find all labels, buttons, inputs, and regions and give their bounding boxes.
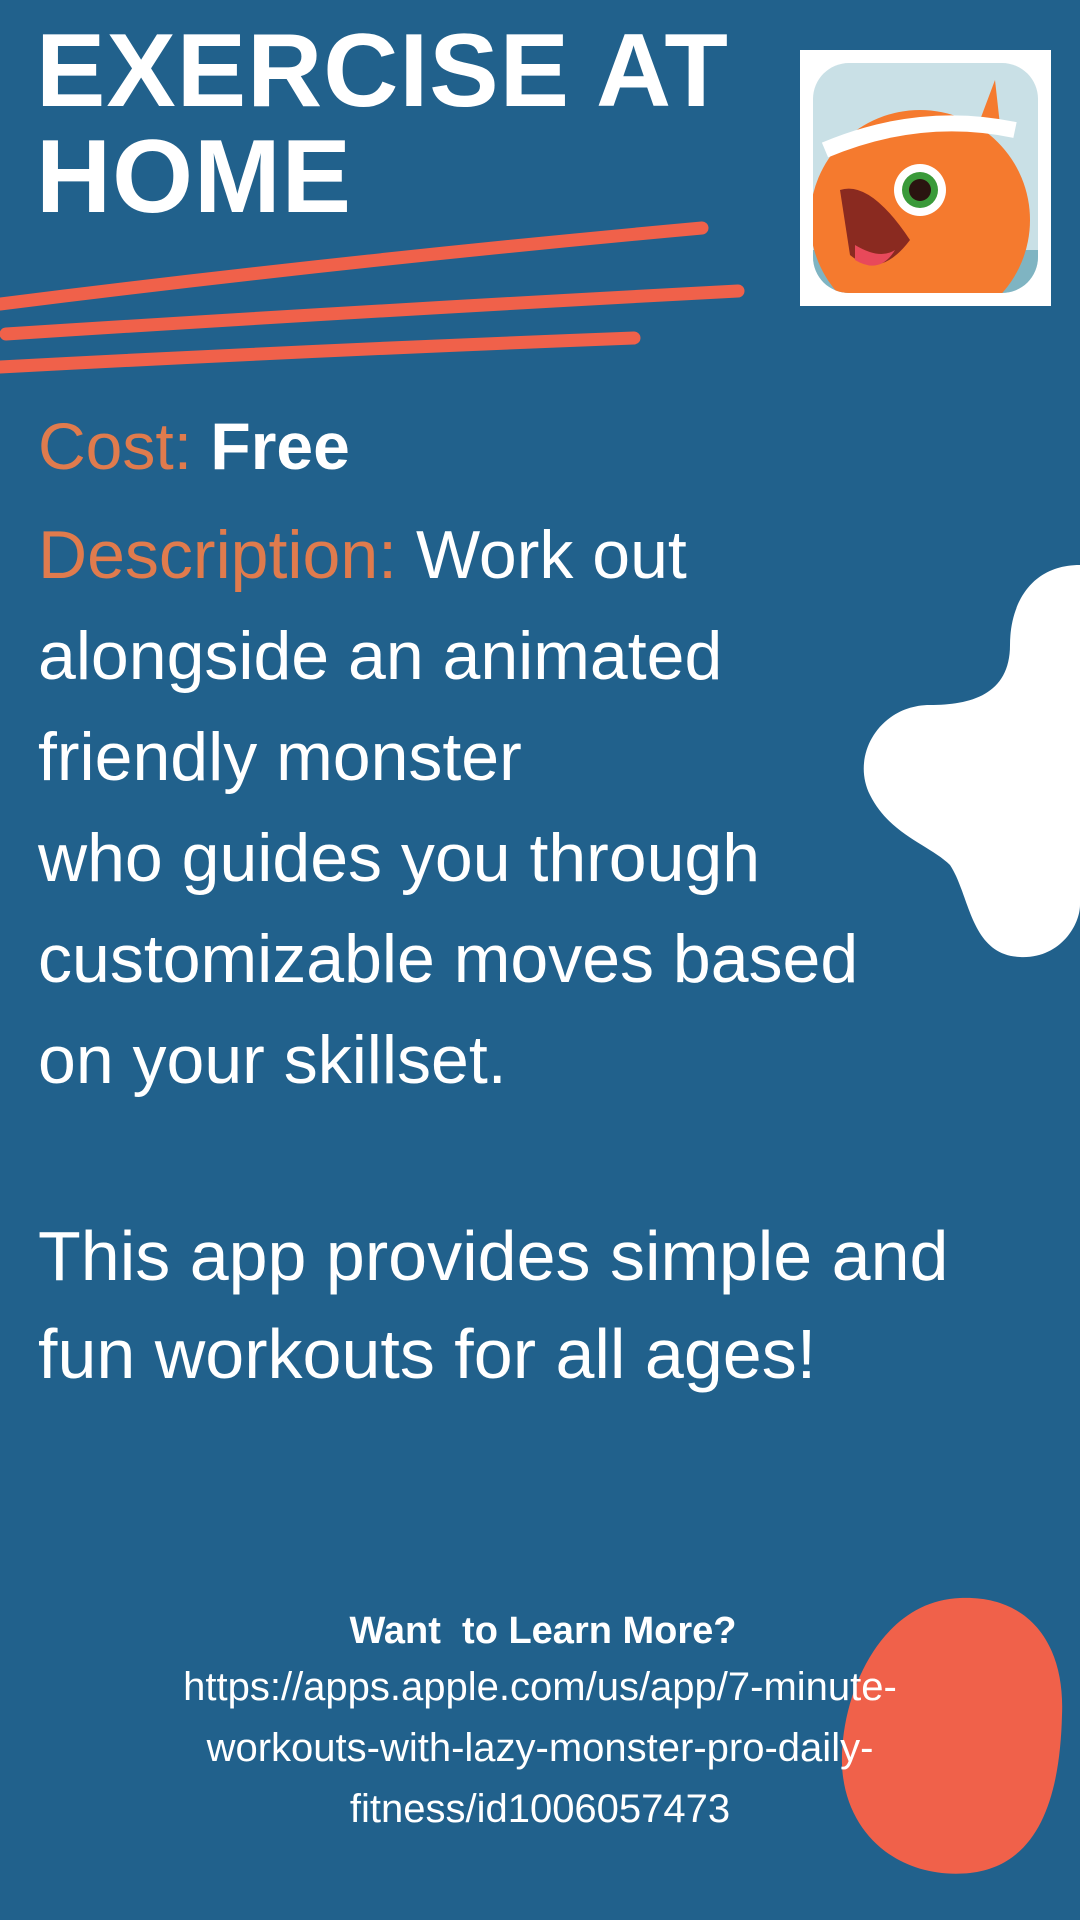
summary-text: This app provides simple and fun workout… xyxy=(38,1207,948,1403)
description-text: on your skillset. xyxy=(38,1022,507,1098)
title-line: EXERCISE AT xyxy=(36,13,729,129)
decorative-white-blob xyxy=(863,565,1080,958)
description-text: friendly monster xyxy=(38,719,522,795)
description-text: who guides you through xyxy=(38,820,761,896)
decorative-red-strokes xyxy=(0,221,745,374)
description-label: Description: xyxy=(38,517,398,593)
page-title: EXERCISE AT HOME xyxy=(36,18,729,230)
app-icon-frame xyxy=(800,50,1051,306)
lazy-monster-app-icon xyxy=(813,63,1038,293)
cost-line: Cost: Free xyxy=(38,408,350,484)
description-text: alongside an animated xyxy=(38,618,723,694)
learn-more-section: Want to Learn More? https://apps.apple.c… xyxy=(0,1605,1080,1840)
summary-line: fun workouts for all ages! xyxy=(38,1315,817,1393)
link-line[interactable]: workouts-with-lazy-monster-pro-daily- xyxy=(0,1718,1080,1779)
description-text: customizable moves based xyxy=(38,921,859,997)
app-store-link[interactable]: https://apps.apple.com/us/app/7-minute- … xyxy=(0,1657,1080,1840)
description: Description: Work out alongside an anima… xyxy=(38,505,858,1111)
cost-value: Free xyxy=(210,409,350,483)
learn-more-heading: Want to Learn More? xyxy=(349,1610,737,1652)
link-line[interactable]: fitness/id1006057473 xyxy=(0,1779,1080,1840)
title-line: HOME xyxy=(36,119,352,235)
description-text: Work out xyxy=(415,517,687,593)
link-line[interactable]: https://apps.apple.com/us/app/7-minute- xyxy=(0,1657,1080,1718)
summary-line: This app provides simple and xyxy=(38,1217,949,1295)
cost-label: Cost: xyxy=(38,409,193,483)
